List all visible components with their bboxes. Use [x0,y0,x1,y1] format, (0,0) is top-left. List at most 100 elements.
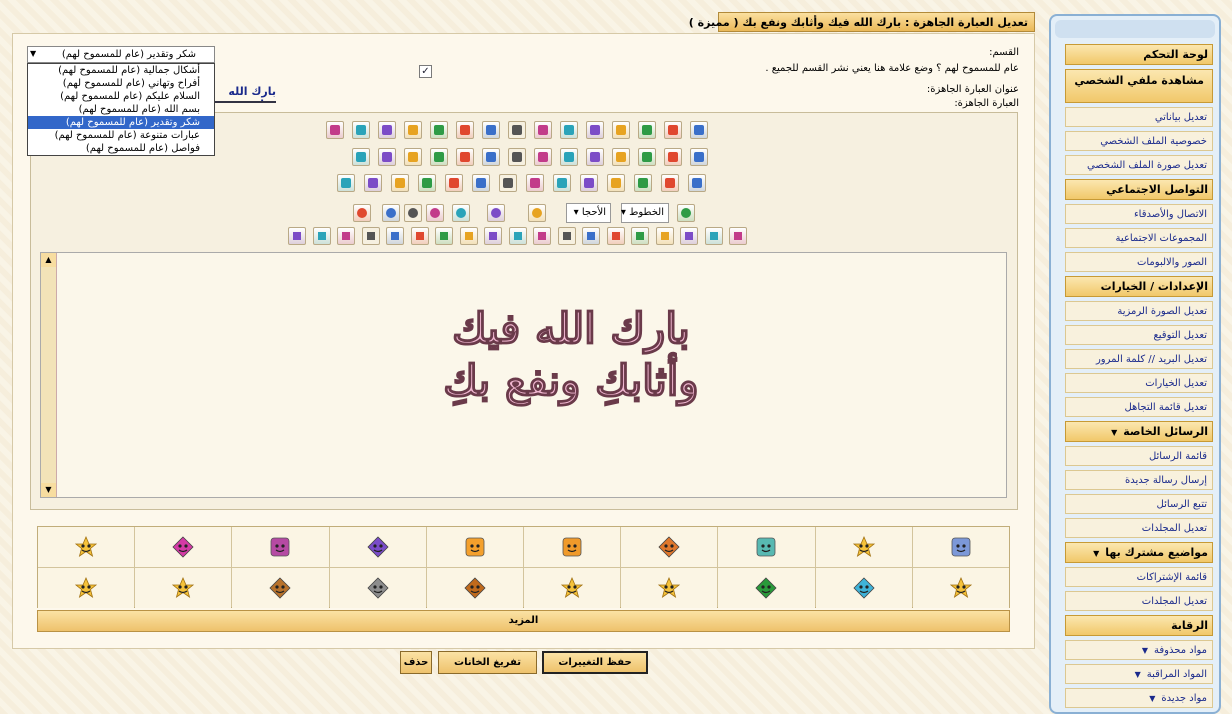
spell-icon[interactable] [404,204,422,222]
media-icon[interactable] [404,121,422,139]
smiley-cell[interactable] [912,568,1009,608]
scroll-down-icon[interactable]: ▼ [41,483,56,497]
box2-icon[interactable] [312,227,331,245]
cut-icon[interactable] [482,148,500,166]
smiley-cell[interactable] [718,527,815,567]
firefox-icon[interactable] [456,121,474,139]
sidebar-head-moderation[interactable]: الرقابة [1065,615,1213,636]
smiley-cell[interactable] [135,568,232,608]
editor-content-area[interactable]: ▲ ▼ بارك الله فيك وأثابكِ ونفع بكِ [40,252,1007,498]
youtube-icon[interactable] [534,121,552,139]
gallery-icon[interactable] [638,121,656,139]
warning-icon[interactable] [391,174,409,192]
chart-icon[interactable] [526,174,544,192]
section-options-list[interactable]: أشكال جمالية (عام للمسموح لهم) أفراح وته… [27,63,215,156]
star1-icon[interactable] [499,174,517,192]
section-option[interactable]: أفراح وتهاني (عام للمسموح لهم) [28,77,214,90]
sidebar-item[interactable]: تعديل المجلدات [1065,518,1213,538]
facebook-icon[interactable] [482,121,500,139]
comment-icon[interactable] [430,148,448,166]
sidebar-head-settings[interactable]: الإعدادات / الخيارات [1065,276,1213,297]
list-ol-icon[interactable] [582,227,600,245]
sidebar-item[interactable]: تعديل الخيارات [1065,373,1213,393]
sidebar-item[interactable]: إرسال رسالة جديدة [1065,470,1213,490]
list-ul-icon[interactable] [557,227,576,245]
section-select[interactable]: ▼ شكر وتقدير (عام للمسموح لهم) [27,46,215,63]
sidebar-item[interactable]: المجموعات الاجتماعية [1065,228,1213,248]
sidebar-item[interactable]: الصور والالبومات [1065,252,1213,272]
resize-icon[interactable] [382,204,400,222]
sidebar-control-panel[interactable]: لوحة التحكم [1065,44,1213,65]
window-icon[interactable] [580,174,598,192]
hand-icon[interactable] [553,174,571,192]
quote-frame-icon[interactable] [352,121,370,139]
rtl-icon[interactable] [378,148,396,166]
arrow-right-icon[interactable] [426,204,444,222]
globe1-icon[interactable] [459,227,478,245]
section-option[interactable]: عبارات متنوعة (عام للمسموح لهم) [28,129,214,142]
sidebar-item[interactable]: تعديل البريد // كلمة المرور [1065,349,1213,369]
sidebar-item[interactable]: تعديل التوقيع [1065,325,1213,345]
smiley-cell[interactable] [815,527,912,567]
editor-scrollbar[interactable]: ▲ ▼ [41,253,57,497]
smiley-cell[interactable] [232,568,329,608]
general-checkbox[interactable]: ✓ [419,65,432,78]
flash-icon[interactable] [586,121,604,139]
font-select[interactable]: الخطوط ▾ [621,203,669,223]
user-icon[interactable] [688,174,706,192]
bold-icon[interactable] [729,227,747,245]
line-icon[interactable] [560,148,578,166]
smiley-cell[interactable] [815,568,912,608]
section-option[interactable]: السلام عليكم (عام للمسموح لهم) [28,90,214,103]
comment-icon[interactable] [386,227,404,245]
smiley-cell[interactable] [426,568,523,608]
sidebar-item[interactable]: تتبع الرسائل [1065,494,1213,514]
key-icon[interactable] [664,148,682,166]
sidebar-item[interactable]: خصوصية الملف الشخصي [1065,131,1213,151]
gallery2-icon[interactable] [612,121,630,139]
format-icon[interactable] [353,204,371,222]
reset-button[interactable]: تفريغ الخانات [438,651,537,674]
delete-button[interactable]: حذف [400,651,432,674]
indent-icon[interactable] [508,227,527,245]
globe2-icon[interactable] [484,227,502,245]
smiley-cell[interactable] [426,527,523,567]
close-icon[interactable] [337,174,355,192]
table-icon[interactable] [430,121,448,139]
align-center-icon[interactable] [631,227,649,245]
box3-icon[interactable] [337,227,355,245]
sidebar-item[interactable]: قائمة الإشتراكات [1065,567,1213,587]
sidebar-item[interactable]: تعديل الصورة الرمزية [1065,301,1213,321]
book-icon[interactable] [638,148,656,166]
font-color-icon[interactable] [677,204,695,222]
smiley-cell[interactable] [621,568,718,608]
italic-icon[interactable] [704,227,723,245]
sidebar-head-social[interactable]: التواصل الاجتماعي [1065,179,1213,200]
size-select[interactable]: الأحجا ▾ [566,203,611,223]
smiley-cell[interactable] [718,568,815,608]
smiley-cell[interactable] [329,568,426,608]
outdent-icon[interactable] [533,227,551,245]
more-smilies-button[interactable]: المزيد [37,610,1010,632]
section-option-selected[interactable]: شكر وتقدير (عام للمسموح لهم) [28,116,214,129]
section-option[interactable]: فواصل (عام للمسموح لهم) [28,142,214,155]
sidebar-item[interactable]: قائمة الرسائل [1065,446,1213,466]
insert-icon[interactable] [534,148,552,166]
delete-icon[interactable] [508,148,526,166]
star2-icon[interactable] [472,174,490,192]
sidebar-item[interactable]: تعديل قائمة التجاهل [1065,397,1213,417]
scroll-up-icon[interactable]: ▲ [41,253,56,267]
align-right-icon[interactable] [606,227,625,245]
sidebar-view-profile[interactable]: مشاهدة ملفي الشخصي [1065,69,1213,103]
justify-icon[interactable] [352,148,370,166]
underline-icon[interactable] [680,227,698,245]
smiley-cell[interactable] [38,568,135,608]
align-left-icon[interactable] [655,227,674,245]
abcd-icon[interactable] [378,121,396,139]
box4-icon[interactable] [361,227,380,245]
info-icon[interactable] [364,174,382,192]
itunes-icon[interactable] [508,121,526,139]
section-option[interactable]: بسم الله (عام للمسموح لهم) [28,103,214,116]
smiley-cell[interactable] [38,527,135,567]
arrow-left-icon[interactable] [452,204,470,222]
